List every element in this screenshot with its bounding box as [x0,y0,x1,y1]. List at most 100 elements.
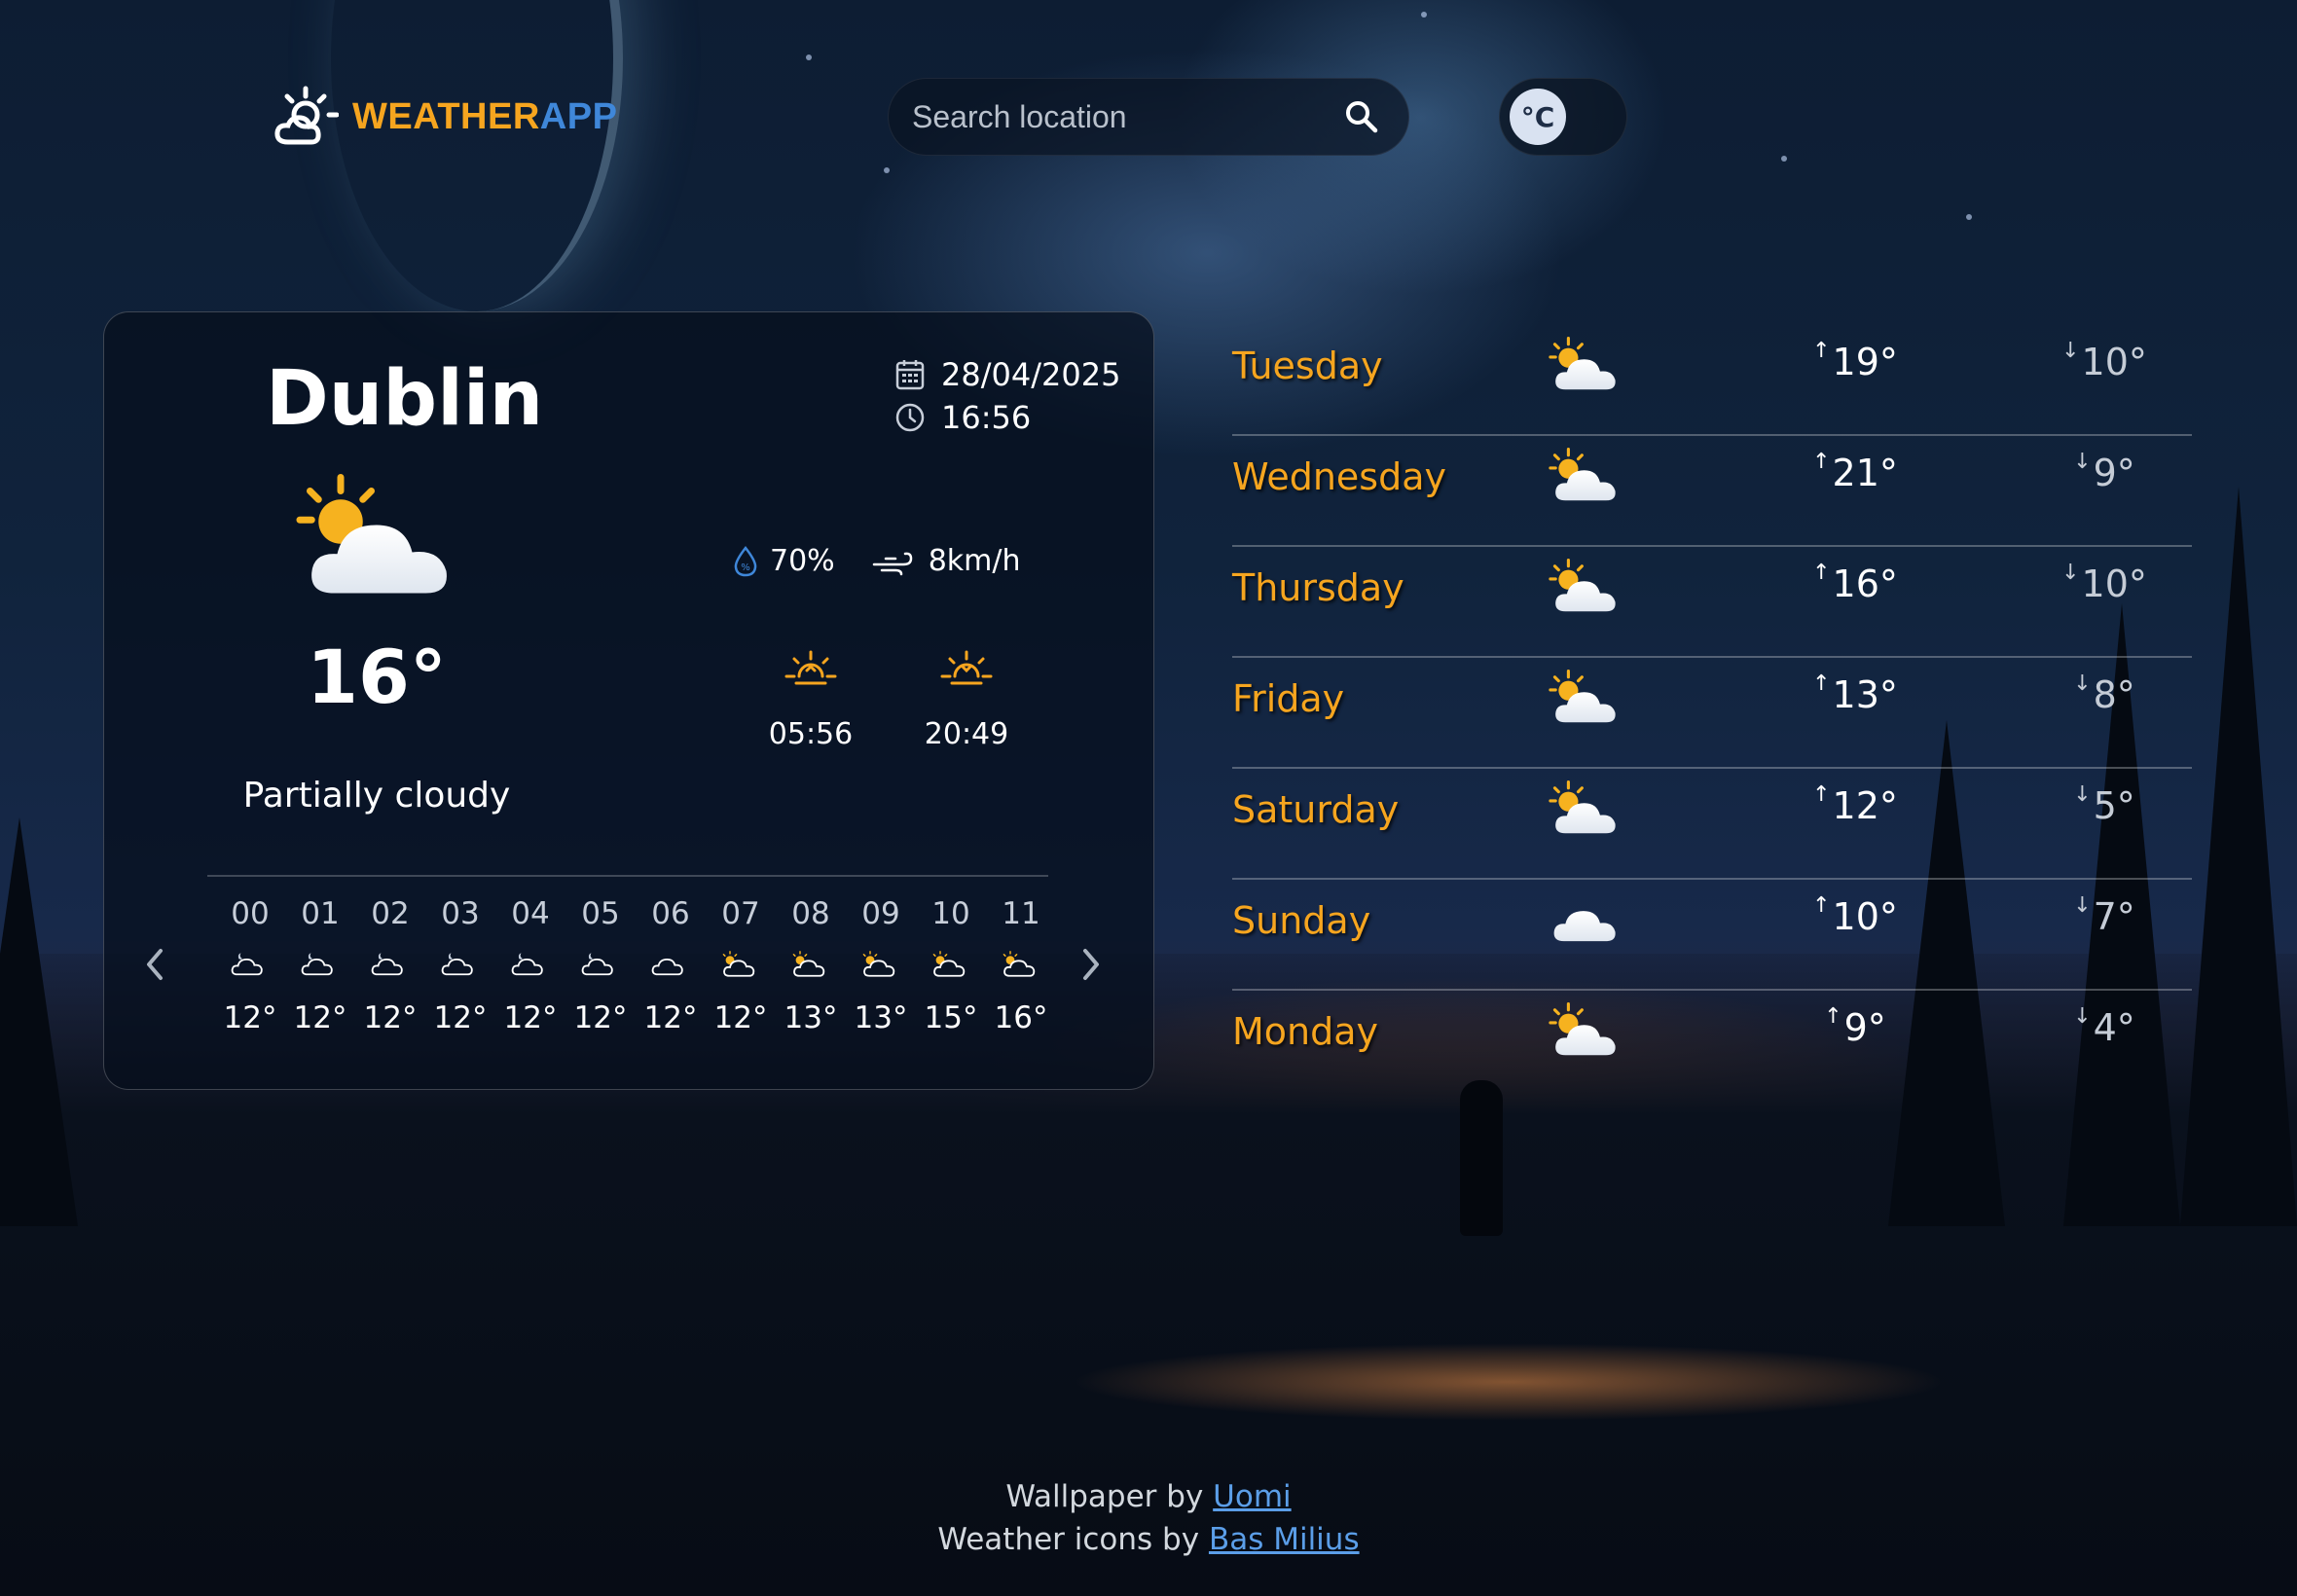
day-low: ↓ 10° [2046,561,2163,605]
search-input[interactable] [912,98,1342,135]
day-low-value: 10° [2081,341,2147,383]
day-low: ↓ 9° [2046,450,2163,494]
logo-text-weather: WEATHER [352,95,540,137]
cloud-night-icon [439,950,482,979]
day-high-value: 9° [1843,1006,1886,1049]
partly-cloudy-day-icon [1548,780,1625,841]
partly-cloudy-day-icon [1548,448,1625,508]
current-date: 28/04/2025 [941,356,1121,393]
svg-text:%: % [741,562,750,573]
star [884,167,890,173]
hourly-hour: 05 [581,896,620,931]
weather-condition: Partially cloudy [242,776,511,816]
icons-credit-label: Weather icons by [937,1522,1200,1557]
hourly-hour: 00 [231,896,270,931]
hourly-hour: 10 [931,896,970,931]
app-logo[interactable]: WEATHERAPP [273,84,617,150]
hourly-hour: 02 [371,896,410,931]
humidity-value: 70% [770,544,835,578]
weather-metrics: % 70% 8km/h [733,544,1021,578]
day-low: ↓ 7° [2046,893,2163,938]
icons-author-link[interactable]: Bas Milius [1209,1522,1360,1557]
chevron-right-icon [1083,949,1099,980]
lake-reflection [1071,1343,1947,1421]
hourly-item: 04 12° [495,892,565,1042]
hourly-hour: 11 [1002,896,1040,931]
day-high: ↑ 9° [1797,1004,1914,1049]
day-high-value: 13° [1832,673,1898,716]
search-icon[interactable] [1342,97,1381,136]
day-low-value: 8° [2093,673,2135,716]
arrow-down-icon: ↓ [2061,561,2080,585]
hourly-item: 05 12° [565,892,636,1042]
star [806,54,812,60]
city-name: Dublin [266,355,544,443]
day-name: Thursday [1232,566,1404,609]
icons-credit: Weather icons by Bas Milius [0,1518,2297,1561]
hourly-temp: 12° [223,1000,277,1035]
person-silhouette [1460,1080,1503,1236]
day-name: Sunday [1232,899,1371,942]
day-high-value: 19° [1832,341,1898,383]
day-high: ↑ 16° [1797,561,1914,605]
current-weather-card: Dublin 28/04/2025 16:56 16° Partially cl… [103,311,1154,1090]
hourly-item: 01 12° [285,892,355,1042]
hourly-hour: 06 [651,896,690,931]
arrow-down-icon: ↓ [2073,450,2092,474]
day-low: ↓ 5° [2046,782,2163,827]
day-high: ↑ 10° [1797,893,1914,938]
wallpaper-author-link[interactable]: Uomi [1213,1479,1291,1514]
partly-cloudy-day-icon [1000,950,1042,979]
partly-cloudy-day-icon [789,950,832,979]
day-low: ↓ 4° [2046,1004,2163,1049]
hourly-temp: 12° [713,1000,768,1035]
current-time: 16:56 [941,399,1032,436]
arrow-down-icon: ↓ [2073,671,2092,696]
day-low-value: 9° [2093,452,2135,494]
partly-cloudy-day-icon [1548,337,1625,397]
day-low-value: 4° [2093,1006,2135,1049]
sun-cloud-logo-icon [274,86,339,145]
daily-row: Thursday ↑ 16° ↓ 10° [1232,547,2192,658]
partly-cloudy-day-icon [1548,670,1625,730]
cloud-night-icon [369,950,412,979]
logo-text: WEATHERAPP [352,96,617,138]
cloud-icon [649,950,692,979]
partly-cloudy-day-icon [930,950,972,979]
sunset-icon [940,650,993,685]
hourly-item: 02 12° [355,892,425,1042]
day-low-value: 5° [2093,784,2135,827]
wallpaper-credit: Wallpaper by Uomi [0,1475,2297,1518]
search-bar [888,78,1409,156]
hourly-prev-button[interactable] [133,935,176,994]
daily-forecast: Tuesday ↑ 19° ↓ 10° Wednesday ↑ 21° ↓ 9° Thursday ↑… [1232,325,2192,1102]
arrow-up-icon: ↑ [1812,893,1831,918]
hourly-temp: 15° [924,1000,978,1035]
hourly-forecast: 00 12° 01 12° 02 12° 03 12° 04 12° 05 12° 06 12° 07 12°… [215,892,1056,1042]
hourly-hour: 08 [791,896,830,931]
date-time: 28/04/2025 16:56 [894,353,1120,439]
hourly-temp: 12° [503,1000,558,1035]
tree-silhouette [0,817,78,1226]
hourly-hour: 03 [441,896,480,931]
day-high-value: 21° [1832,452,1898,494]
hourly-temp: 16° [994,1000,1048,1035]
unit-toggle[interactable]: °C [1499,78,1627,156]
day-low: ↓ 8° [2046,671,2163,716]
hourly-item: 10 15° [916,892,986,1042]
hourly-item: 11 16° [986,892,1056,1042]
humidity: % 70% [733,544,835,578]
arrow-down-icon: ↓ [2073,782,2092,807]
hourly-item: 08 13° [776,892,846,1042]
wind: 8km/h [872,544,1021,578]
hourly-divider [207,875,1048,877]
sunset: 20:49 [908,649,1025,751]
day-name: Friday [1232,677,1345,720]
hourly-temp: 12° [363,1000,418,1035]
arrow-up-icon: ↑ [1812,671,1831,696]
hourly-item: 00 12° [215,892,285,1042]
arrow-up-icon: ↑ [1812,782,1831,807]
unit-toggle-knob[interactable]: °C [1510,89,1566,145]
partly-cloudy-day-icon [289,474,474,610]
hourly-next-button[interactable] [1070,935,1112,994]
